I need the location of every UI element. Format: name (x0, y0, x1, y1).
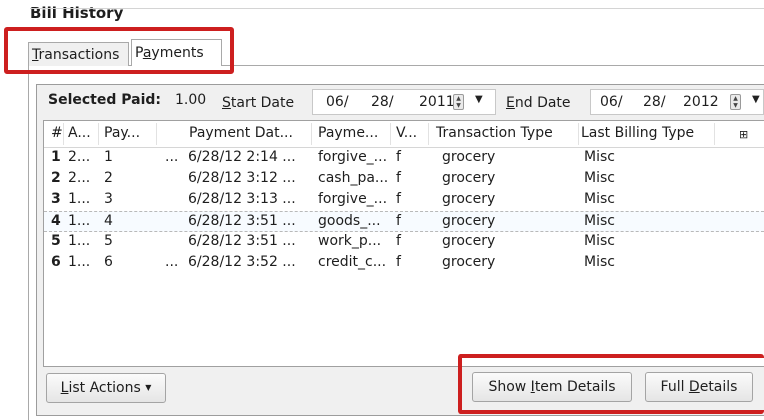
cell-pay: 6 (104, 254, 113, 270)
table-row[interactable]: 6 1... 6... 6/28/12 3:52 ... credit_c... f gro… (44, 253, 764, 274)
end-date-year[interactable]: 2012 (683, 94, 719, 110)
start-date-label: Start Date (222, 95, 295, 111)
row-number: 2 (51, 170, 61, 186)
cell-payment-date: 6/28/12 3:52 ... (188, 254, 296, 270)
start-date-year[interactable]: 2011 (419, 94, 455, 110)
row-number: 4 (51, 213, 61, 229)
cell-last-billing-type: Misc (584, 254, 615, 270)
cell-truncation: ... (165, 149, 179, 165)
column-header-v[interactable]: V... (396, 125, 417, 141)
list-actions-label: List Actions (60, 380, 141, 396)
cell-transaction-type: grocery (442, 213, 496, 229)
cell-v: f (396, 191, 401, 207)
cell-v: f (396, 254, 401, 270)
cell-pay: 1 (104, 149, 113, 165)
table-row[interactable]: 5 1... 5 6/28/12 3:51 ... work_p... f grocery M… (44, 232, 764, 253)
cell-pay: 3 (104, 191, 113, 207)
cell-payment-type: cash_pa... (318, 170, 389, 186)
highlight-tabs-annotation (4, 27, 234, 74)
column-header-last-billing-type[interactable]: Last Billing Type (581, 125, 694, 141)
end-date-dropdown-icon[interactable]: ▼ (752, 94, 760, 105)
start-date-day[interactable]: 28/ (371, 94, 394, 110)
start-date-picker[interactable]: 06/ 28/ 2011 ▲ ▼ ▼ (312, 89, 496, 115)
cell-a: 2... (68, 149, 91, 165)
column-header-transaction-type[interactable]: Transaction Type (436, 125, 553, 141)
cell-a: 1... (68, 213, 91, 229)
cell-payment-type: credit_c... (318, 254, 387, 270)
end-date-spinner-icon[interactable]: ▲ ▼ (730, 94, 741, 110)
cell-payment-date: 6/28/12 3:13 ... (188, 191, 296, 207)
cell-last-billing-type: Misc (584, 191, 615, 207)
cell-transaction-type: grocery (442, 233, 496, 249)
cell-v: f (396, 233, 401, 249)
cell-v: f (396, 149, 401, 165)
cell-payment-date: 6/28/12 2:14 ... (188, 149, 296, 165)
cell-v: f (396, 213, 401, 229)
cell-a: 2... (68, 170, 91, 186)
table-row[interactable]: 1 2... 1... 6/28/12 2:14 ... forgive_... f gro… (44, 148, 764, 169)
dropdown-arrow-icon: ▼ (145, 383, 152, 392)
cell-transaction-type: grocery (442, 191, 496, 207)
cell-a: 1... (68, 233, 91, 249)
table-row[interactable]: 3 1... 3 6/28/12 3:13 ... forgive_... f grocer… (44, 190, 764, 211)
end-date-month[interactable]: 06/ (600, 94, 623, 110)
start-date-spinner-icon[interactable]: ▲ ▼ (453, 94, 464, 110)
cell-transaction-type: grocery (442, 254, 496, 270)
title-divider (30, 8, 764, 9)
start-date-month[interactable]: 06/ (326, 94, 349, 110)
column-header-payment-date[interactable]: Payment Dat... (189, 125, 293, 141)
cell-last-billing-type: Misc (584, 213, 615, 229)
cell-payment-date: 6/28/12 3:51 ... (188, 213, 296, 229)
cell-v: f (396, 170, 401, 186)
cell-a: 1... (68, 191, 91, 207)
table-row[interactable]: 2 2... 2 6/28/12 3:12 ... cash_pa... f grocery… (44, 169, 764, 190)
start-date-dropdown-icon[interactable]: ▼ (475, 94, 483, 105)
cell-a: 1... (68, 254, 91, 270)
column-chooser-icon[interactable]: ⊞ (739, 128, 748, 141)
list-actions-button[interactable]: List Actions ▼ (46, 373, 166, 403)
column-header-number[interactable]: # (51, 125, 63, 141)
row-number: 6 (51, 254, 61, 270)
row-number: 1 (51, 149, 61, 165)
cell-last-billing-type: Misc (584, 170, 615, 186)
cell-last-billing-type: Misc (584, 233, 615, 249)
selected-paid-label: Selected Paid: (48, 92, 162, 108)
row-number: 3 (51, 191, 61, 207)
highlight-details-buttons-annotation (458, 354, 764, 414)
end-date-day[interactable]: 28/ (643, 94, 666, 110)
selected-paid-value: 1.00 (175, 92, 207, 108)
column-header-payme[interactable]: Payme... (318, 125, 378, 141)
cell-payment-date: 6/28/12 3:12 ... (188, 170, 296, 186)
cell-transaction-type: grocery (442, 149, 496, 165)
cell-transaction-type: grocery (442, 170, 496, 186)
end-date-picker[interactable]: 06/ 28/ 2012 ▲ ▼ ▼ (590, 89, 764, 115)
cell-pay: 5 (104, 233, 113, 249)
cell-payment-date: 6/28/12 3:51 ... (188, 233, 296, 249)
cell-pay: 2 (104, 170, 113, 186)
row-number: 5 (51, 233, 61, 249)
grid-header: # A... Pay... Payment Dat... Payme... V.… (44, 121, 764, 148)
cell-payment-type: goods_... (318, 213, 381, 229)
end-date-label: End Date (506, 95, 571, 111)
cell-payment-type: forgive_... (318, 149, 388, 165)
cell-truncation: ... (165, 254, 179, 270)
cell-pay: 4 (104, 213, 113, 229)
cell-payment-type: forgive_... (318, 191, 388, 207)
column-header-a[interactable]: A... (68, 125, 91, 141)
cell-payment-type: work_p... (318, 233, 382, 249)
column-header-pay[interactable]: Pay... (104, 125, 140, 141)
table-row[interactable]: 4 1... 4 6/28/12 3:51 ... goods_... f grocery M… (44, 211, 764, 232)
window-title: Bill History (30, 4, 124, 22)
cell-last-billing-type: Misc (584, 149, 615, 165)
